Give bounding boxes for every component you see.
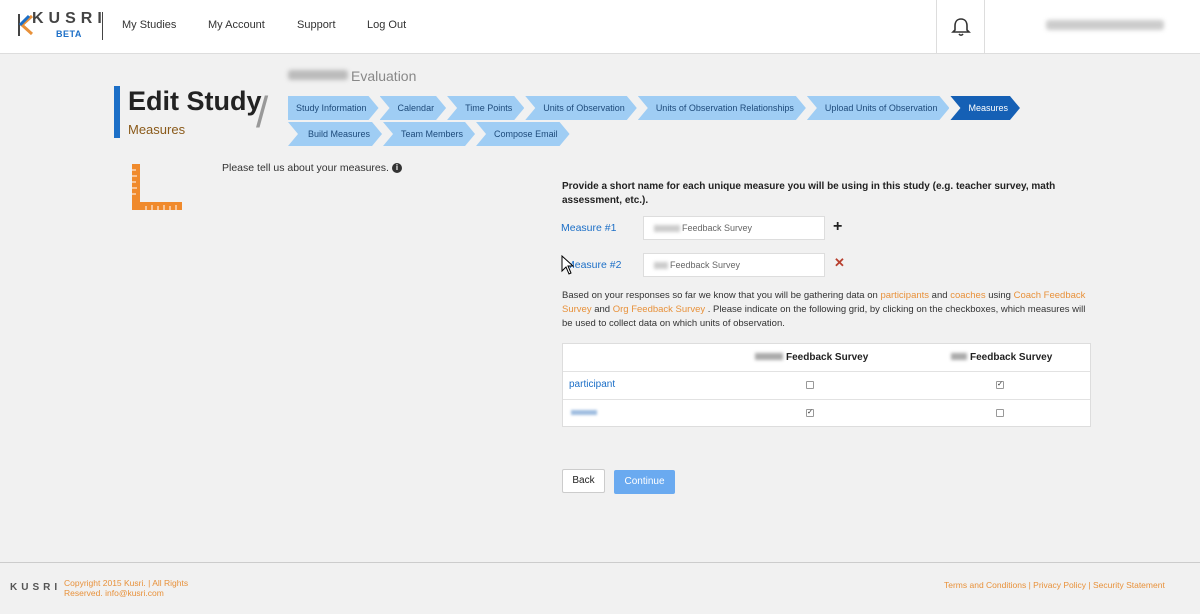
footer-email-link[interactable]: info@kusri.com bbox=[105, 588, 164, 598]
measures-units-grid: Feedback Survey Feedback Survey particip… bbox=[562, 343, 1091, 427]
checkbox-checked[interactable]: ✓ bbox=[806, 409, 814, 417]
step-units-relationships[interactable]: Units of Observation Relationships bbox=[638, 96, 806, 120]
remove-measure-icon[interactable]: ✕ bbox=[834, 255, 845, 271]
security-link[interactable]: Security Statement bbox=[1093, 580, 1165, 590]
row-label-participant: participant bbox=[569, 379, 616, 390]
step-calendar[interactable]: Calendar bbox=[380, 96, 447, 120]
intro-label: Please tell us about your measures. bbox=[222, 162, 389, 174]
top-header: KUSRI BETA My Studies My Account Support… bbox=[0, 0, 1200, 54]
nav-my-account[interactable]: My Account bbox=[208, 19, 265, 31]
copyright-reserved: Reserved. bbox=[64, 588, 103, 598]
info-text: Based on your responses so far we know t… bbox=[562, 290, 881, 301]
info-text: using bbox=[985, 290, 1014, 301]
copyright-line: Copyright 2015 Kusri. | All Rights bbox=[64, 578, 189, 588]
wizard-steps-row2: Build Measures Team Members Compose Emai… bbox=[288, 122, 571, 146]
title-accent-bar bbox=[114, 86, 120, 138]
nav-support[interactable]: Support bbox=[297, 19, 336, 31]
footer-logo: KUSRI bbox=[10, 582, 62, 593]
step-units-of-observation[interactable]: Units of Observation bbox=[525, 96, 637, 120]
row-label-redacted bbox=[571, 410, 597, 415]
header-divider bbox=[102, 12, 103, 40]
ruler-icon bbox=[132, 164, 182, 210]
study-name: Evaluation bbox=[351, 68, 417, 84]
wizard-steps-row1: Study Information Calendar Time Points U… bbox=[288, 96, 1021, 120]
measure-prompt: Provide a short name for each unique mea… bbox=[562, 181, 1056, 206]
measure-1-label: Measure #1 bbox=[561, 222, 617, 234]
footer-links: Terms and Conditions | Privacy Policy | … bbox=[944, 580, 1165, 590]
nav-my-studies[interactable]: My Studies bbox=[122, 19, 176, 31]
redacted-text bbox=[654, 262, 668, 269]
measure-1-value: Feedback Survey bbox=[682, 223, 753, 233]
continue-button[interactable]: Continue bbox=[614, 470, 675, 494]
table-row: ✓ bbox=[563, 400, 1090, 428]
intro-text: Please tell us about your measures. i bbox=[222, 162, 402, 174]
step-compose-email[interactable]: Compose Email bbox=[476, 122, 570, 146]
bell-icon bbox=[951, 18, 971, 37]
mouse-cursor-icon bbox=[561, 255, 575, 275]
unit-coaches: coaches bbox=[950, 290, 986, 301]
footer-copyright: Copyright 2015 Kusri. | All Rights Reser… bbox=[64, 578, 188, 598]
checkbox-unchecked[interactable] bbox=[996, 409, 1004, 417]
measure-org-feedback: Org Feedback Survey bbox=[612, 304, 706, 315]
step-measures[interactable]: Measures bbox=[950, 96, 1020, 120]
privacy-link[interactable]: Privacy Policy bbox=[1033, 580, 1086, 590]
step-time-points[interactable]: Time Points bbox=[447, 96, 524, 120]
info-icon[interactable]: i bbox=[391, 163, 402, 173]
kusri-logo[interactable]: KUSRI BETA bbox=[18, 10, 102, 42]
table-row: participant ✓ bbox=[563, 372, 1090, 400]
info-text: and bbox=[591, 304, 613, 315]
grid-header-row: Feedback Survey Feedback Survey bbox=[563, 344, 1090, 372]
redacted-text bbox=[654, 225, 680, 232]
terms-link[interactable]: Terms and Conditions bbox=[944, 580, 1026, 590]
footer-divider bbox=[0, 562, 1200, 563]
add-measure-icon[interactable]: + bbox=[833, 218, 842, 236]
step-team-members[interactable]: Team Members bbox=[383, 122, 475, 146]
step-study-information[interactable]: Study Information bbox=[288, 96, 379, 120]
study-name-redacted bbox=[288, 70, 348, 80]
checkbox-checked[interactable]: ✓ bbox=[996, 381, 1004, 389]
checkbox-unchecked[interactable] bbox=[806, 381, 814, 389]
step-build-measures[interactable]: Build Measures bbox=[288, 122, 382, 146]
title-slash: / bbox=[256, 88, 269, 137]
grid-column-header-2: Feedback Survey bbox=[951, 352, 1052, 363]
unit-participants: participants bbox=[880, 290, 930, 301]
page-subtitle: Measures bbox=[128, 122, 186, 137]
measure-2-value: Feedback Survey bbox=[670, 260, 741, 270]
logo-text: KUSRI bbox=[32, 10, 107, 27]
page-title: Edit Study bbox=[128, 86, 262, 116]
measure-2-input[interactable]: Feedback Survey bbox=[643, 253, 825, 277]
units-info-paragraph: Based on your responses so far we know t… bbox=[562, 289, 1092, 331]
nav-log-out[interactable]: Log Out bbox=[367, 19, 406, 31]
user-menu[interactable] bbox=[1046, 20, 1164, 30]
info-text: and bbox=[929, 290, 951, 301]
measure-1-input[interactable]: Feedback Survey bbox=[643, 216, 825, 240]
step-upload-units[interactable]: Upload Units of Observation bbox=[807, 96, 950, 120]
notifications-button[interactable] bbox=[936, 0, 985, 54]
grid-column-header-1: Feedback Survey bbox=[755, 352, 868, 363]
beta-badge: BETA bbox=[56, 29, 82, 39]
back-button[interactable]: Back bbox=[562, 469, 605, 493]
